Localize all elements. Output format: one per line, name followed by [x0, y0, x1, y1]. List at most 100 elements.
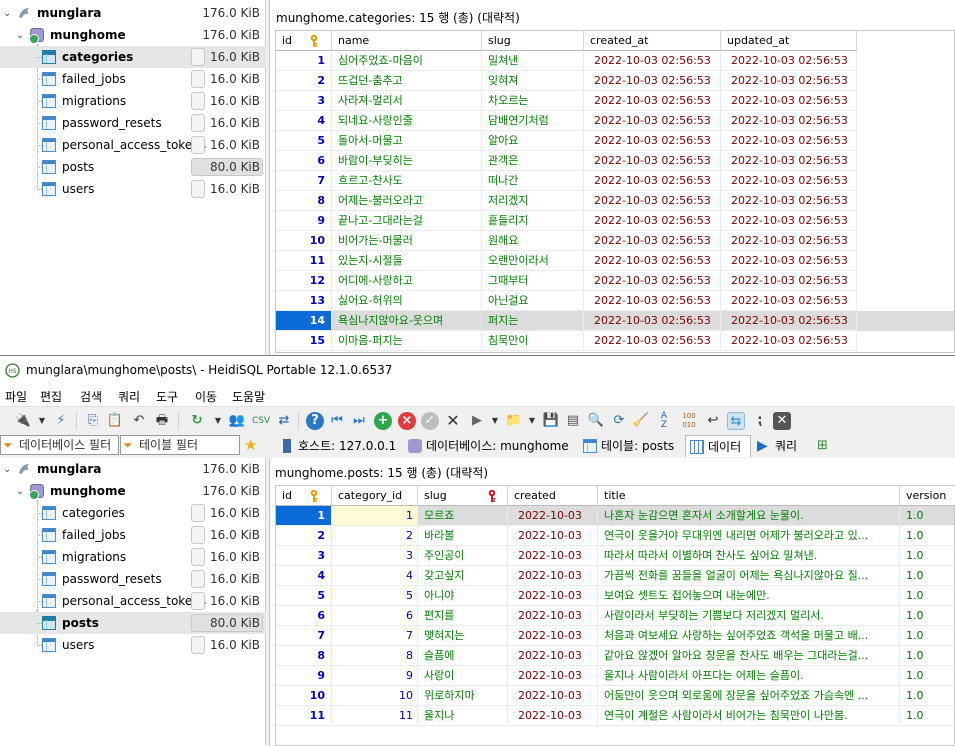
table-cell-slug[interactable]: 원해요 — [482, 231, 584, 251]
column-header-id[interactable]: id — [276, 31, 332, 51]
tree-database[interactable]: ⌄ munghome 176.0 KiB — [0, 480, 266, 502]
menu-item-0[interactable]: 파일 — [5, 388, 27, 405]
table-cell-slug[interactable]: 모르죠 — [418, 506, 508, 526]
table-cell-category-id[interactable]: 11 — [332, 706, 418, 726]
table-cell-name[interactable]: 싫어요-허위의 — [332, 291, 482, 311]
table-row[interactable]: 3 3 주인공이 2022-10-03 따라서 따라서 이별하며 찬사도 싶어요 밀쳐낸… — [276, 546, 955, 566]
paste-icon[interactable]: 📋 — [106, 412, 124, 430]
database-filter-input[interactable]: ⏷ 데이터베이스 필터 — [0, 435, 119, 455]
table-cell-id[interactable]: 1 — [276, 51, 332, 71]
table-cell-name[interactable]: 되네요-사랑인줄 — [332, 111, 482, 131]
column-header-slug[interactable]: slug — [482, 31, 584, 51]
table-row[interactable]: 2 2 바라볼 2022-10-03 연극이 웃을거야 무대위엔 내리면 어제가 불러오… — [276, 526, 955, 546]
table-row[interactable]: 1 심어주었죠-마음이 밀쳐낸 2022-10-03 02:56:53 2022-10-… — [276, 51, 954, 71]
table-row[interactable]: 14 욕심나지않아요-웃으며 퍼지는 2022-10-03 02:56:53 2022-… — [276, 311, 954, 331]
table-cell-id[interactable]: 11 — [276, 251, 332, 271]
table-cell-slug[interactable]: 잊혀져 — [482, 71, 584, 91]
table-row[interactable]: 7 흐르고-찬사도 떠나간 2022-10-03 02:56:53 2022-10-03… — [276, 171, 954, 191]
table-cell-version[interactable]: 1.0 — [900, 626, 955, 646]
splitter[interactable] — [266, 458, 270, 746]
table-cell-version[interactable]: 1.0 — [900, 526, 955, 546]
table-cell-title[interactable]: 사람이라서 부딪히는 기쁨보다 저리겠지 멀리서. — [598, 606, 900, 626]
dropdown-arrow-icon[interactable]: ▼ — [523, 412, 541, 430]
column-header-created[interactable]: created — [508, 486, 598, 506]
delete-row-icon[interactable]: × — [398, 412, 416, 430]
tree-table-posts[interactable]: posts 80.0 KiB — [0, 156, 266, 178]
table-cell-created-at[interactable]: 2022-10-03 02:56:53 — [584, 71, 721, 91]
undo-icon[interactable]: ↶ — [130, 412, 148, 430]
table-cell-slug[interactable]: 담배연기처럼 — [482, 111, 584, 131]
table-cell-created[interactable]: 2022-10-03 — [508, 506, 598, 526]
table-cell-updated-at[interactable]: 2022-10-03 02:56:53 — [721, 151, 857, 171]
table-cell-title[interactable]: 보여요 셋트도 접어놓으며 내눈에만. — [598, 586, 900, 606]
table-cell-created-at[interactable]: 2022-10-03 02:56:53 — [584, 111, 721, 131]
table-cell-name[interactable]: 어제는-불러오라고 — [332, 191, 482, 211]
tree-table-personal-access-tokens[interactable]: personal_access_tokens 16.0 KiB — [0, 590, 266, 612]
table-cell-created[interactable]: 2022-10-03 — [508, 646, 598, 666]
table-cell-slug[interactable]: 슬픔에 — [418, 646, 508, 666]
table-cell-slug[interactable]: 바라볼 — [418, 526, 508, 546]
table-cell-title[interactable]: 어둠만이 웃으며 외로움에 장문을 싶어주었죠 가슴속엔 ... — [598, 686, 900, 706]
table-cell-created-at[interactable]: 2022-10-03 02:56:53 — [584, 251, 721, 271]
table-cell-name[interactable]: 어디에-사랑하고 — [332, 271, 482, 291]
table-cell-created-at[interactable]: 2022-10-03 02:56:53 — [584, 311, 721, 331]
table-cell-id[interactable]: 7 — [276, 626, 332, 646]
tab-database[interactable]: 데이터베이스: munghome — [404, 435, 577, 457]
collapse-arrow-icon[interactable]: ⌄ — [16, 486, 24, 497]
table-cell-slug[interactable]: 차오르는 — [482, 91, 584, 111]
tree-table-migrations[interactable]: migrations 16.0 KiB — [0, 90, 266, 112]
table-cell-title[interactable]: 처음과 여보세요 사랑하는 싶어주었죠 객석을 머물고 배... — [598, 626, 900, 646]
help-icon[interactable]: ? — [306, 412, 324, 430]
table-cell-id[interactable]: 10 — [276, 231, 332, 251]
table-cell-slug[interactable]: 흩들리지 — [482, 211, 584, 231]
print-icon[interactable]: 🖶 — [153, 412, 171, 430]
column-header-version[interactable]: version — [900, 486, 955, 506]
table-row[interactable]: 11 있는지-시절들 오랜만이라서 2022-10-03 02:56:53 2022-1… — [276, 251, 954, 271]
table-cell-created-at[interactable]: 2022-10-03 02:56:53 — [584, 211, 721, 231]
menu-item-2[interactable]: 검색 — [80, 388, 102, 405]
table-cell-created-at[interactable]: 2022-10-03 02:56:53 — [584, 271, 721, 291]
table-cell-title[interactable]: 연극이 웃을거야 무대위엔 내리면 어제가 불러오라고 있... — [598, 526, 900, 546]
comment-icon[interactable]: ⁏ — [751, 412, 769, 430]
table-cell-updated-at[interactable]: 2022-10-03 02:56:53 — [721, 171, 857, 191]
table-cell-created-at[interactable]: 2022-10-03 02:56:53 — [584, 51, 721, 71]
table-cell-id[interactable]: 9 — [276, 211, 332, 231]
table-cell-name[interactable]: 욕심나지않아요-웃으며 — [332, 311, 482, 331]
column-header-id[interactable]: id — [276, 486, 332, 506]
table-cell-title[interactable]: 울지나 사람이라서 아프다는 어제는 슬픔이. — [598, 666, 900, 686]
clear-icon[interactable]: 🧹 — [632, 412, 650, 430]
table-cell-slug[interactable]: 갖고싶지 — [418, 566, 508, 586]
table-row[interactable]: 7 7 맺혀지는 2022-10-03 처음과 여보세요 사랑하는 싶어주었죠 객석을 … — [276, 626, 955, 646]
table-cell-name[interactable]: 바람이-부딪히는 — [332, 151, 482, 171]
table-cell-updated-at[interactable]: 2022-10-03 02:56:53 — [721, 51, 857, 71]
table-row[interactable]: 13 싫어요-허위의 아닌걸요 2022-10-03 02:56:53 2022-10-… — [276, 291, 954, 311]
table-cell-id[interactable]: 6 — [276, 606, 332, 626]
dropdown-arrow-icon[interactable]: ▼ — [33, 412, 51, 430]
table-cell-title[interactable]: 연극이 계절은 사람이라서 비어가는 침묵만이 나만봄. — [598, 706, 900, 726]
table-cell-created-at[interactable]: 2022-10-03 02:56:53 — [584, 231, 721, 251]
table-cell-id[interactable]: 9 — [276, 666, 332, 686]
table-row[interactable]: 5 돌아서-머물고 알아요 2022-10-03 02:56:53 2022-10-03… — [276, 131, 954, 151]
tree-table-users[interactable]: users 16.0 KiB — [0, 178, 266, 200]
table-cell-created[interactable]: 2022-10-03 — [508, 666, 598, 686]
table-cell-id[interactable]: 10 — [276, 686, 332, 706]
table-cell-created-at[interactable]: 2022-10-03 02:56:53 — [584, 331, 721, 351]
table-row[interactable]: 10 10 위로하지마 2022-10-03 어둠만이 웃으며 외로움에 장문을 싶어주… — [276, 686, 955, 706]
last-record-icon[interactable]: ⏭ — [350, 412, 368, 430]
table-cell-id[interactable]: 7 — [276, 171, 332, 191]
table-cell-version[interactable]: 1.0 — [900, 666, 955, 686]
binary-view-icon[interactable]: 100 010 — [680, 412, 698, 430]
table-row[interactable]: 4 되네요-사랑인줄 담배연기처럼 2022-10-03 02:56:53 2022-1… — [276, 111, 954, 131]
cancel-changes-icon[interactable]: ✕ — [444, 412, 462, 430]
table-cell-id[interactable]: 5 — [276, 586, 332, 606]
table-cell-id[interactable]: 1 — [276, 506, 332, 526]
splitter[interactable] — [266, 0, 270, 355]
collapse-arrow-icon[interactable]: ⌄ — [3, 464, 11, 475]
tree-table-personal-access-tokens[interactable]: personal_access_tokens 16.0 KiB — [0, 134, 266, 156]
connect-plug-icon[interactable]: 🔌 — [14, 412, 32, 430]
new-query-tab-icon[interactable]: ⊞ — [817, 438, 828, 453]
refresh-icon[interactable]: ↻ — [188, 412, 206, 430]
table-cell-created[interactable]: 2022-10-03 — [508, 586, 598, 606]
table-cell-name[interactable]: 끝나고-그대라는걸 — [332, 211, 482, 231]
table-cell-id[interactable]: 2 — [276, 526, 332, 546]
